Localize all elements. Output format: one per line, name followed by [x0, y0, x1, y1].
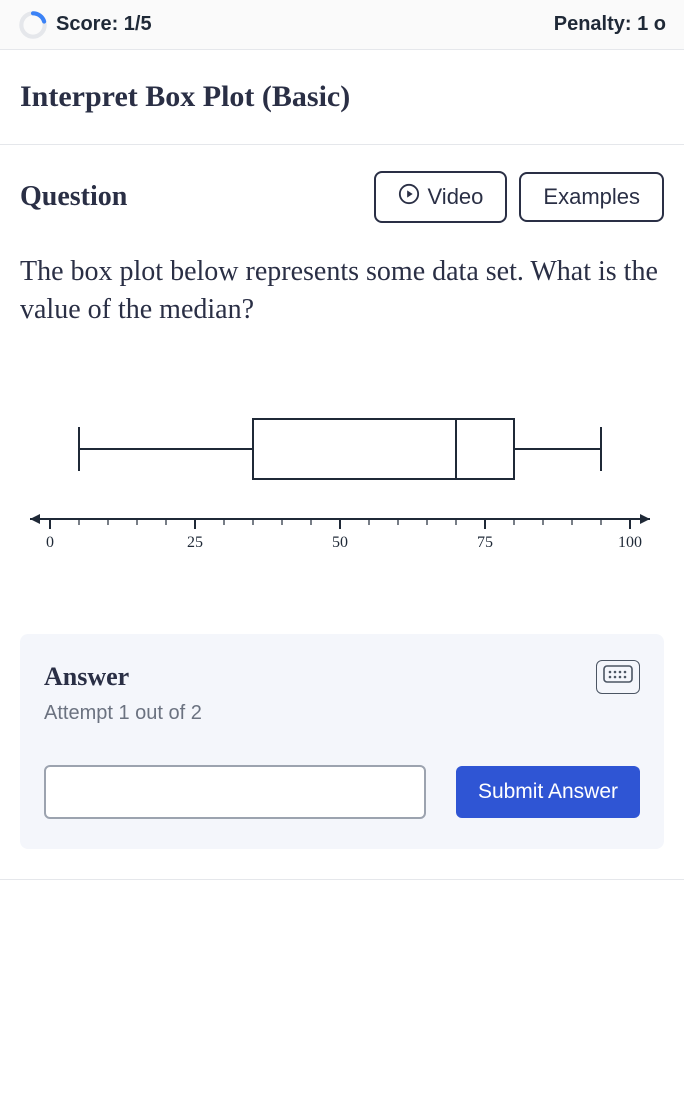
title-section: Interpret Box Plot (Basic): [0, 50, 684, 145]
boxplot-chart: 0 25 50 75 100: [0, 339, 684, 604]
examples-button[interactable]: Examples: [519, 172, 664, 222]
question-prompt: The box plot below represents some data …: [0, 233, 684, 339]
answer-header: Answer: [44, 660, 640, 694]
svg-text:100: 100: [618, 534, 642, 551]
video-button-label: Video: [428, 184, 484, 210]
question-heading: Question: [20, 181, 362, 213]
attempt-text: Attempt 1 out of 2: [44, 702, 640, 725]
topbar: Score: 1/5 Penalty: 1 o: [0, 0, 684, 50]
page-title: Interpret Box Plot (Basic): [20, 80, 664, 114]
play-icon: [398, 183, 420, 211]
answer-card: Answer Attempt 1 out of 2 Submit An: [20, 634, 664, 849]
keypad-button[interactable]: [596, 660, 640, 694]
svg-text:50: 50: [332, 534, 348, 551]
penalty-label: Penalty: 1 o: [554, 13, 666, 36]
answer-input[interactable]: [44, 765, 426, 819]
question-header: Question Video Examples: [0, 145, 684, 233]
svg-text:75: 75: [477, 534, 493, 551]
submit-button-label: Submit Answer: [478, 780, 618, 803]
submit-button[interactable]: Submit Answer: [456, 766, 640, 818]
score-label: Score: 1/5: [56, 13, 152, 36]
keyboard-icon: [603, 665, 633, 688]
answer-heading: Answer: [44, 662, 129, 692]
score-wrap: Score: 1/5: [18, 10, 152, 40]
svg-text:25: 25: [187, 534, 203, 551]
footer-divider: [0, 879, 684, 939]
examples-button-label: Examples: [543, 184, 640, 210]
video-button[interactable]: Video: [374, 171, 508, 223]
svg-text:0: 0: [46, 534, 54, 551]
answer-row: Submit Answer: [44, 765, 640, 819]
progress-ring-icon: [18, 10, 48, 40]
